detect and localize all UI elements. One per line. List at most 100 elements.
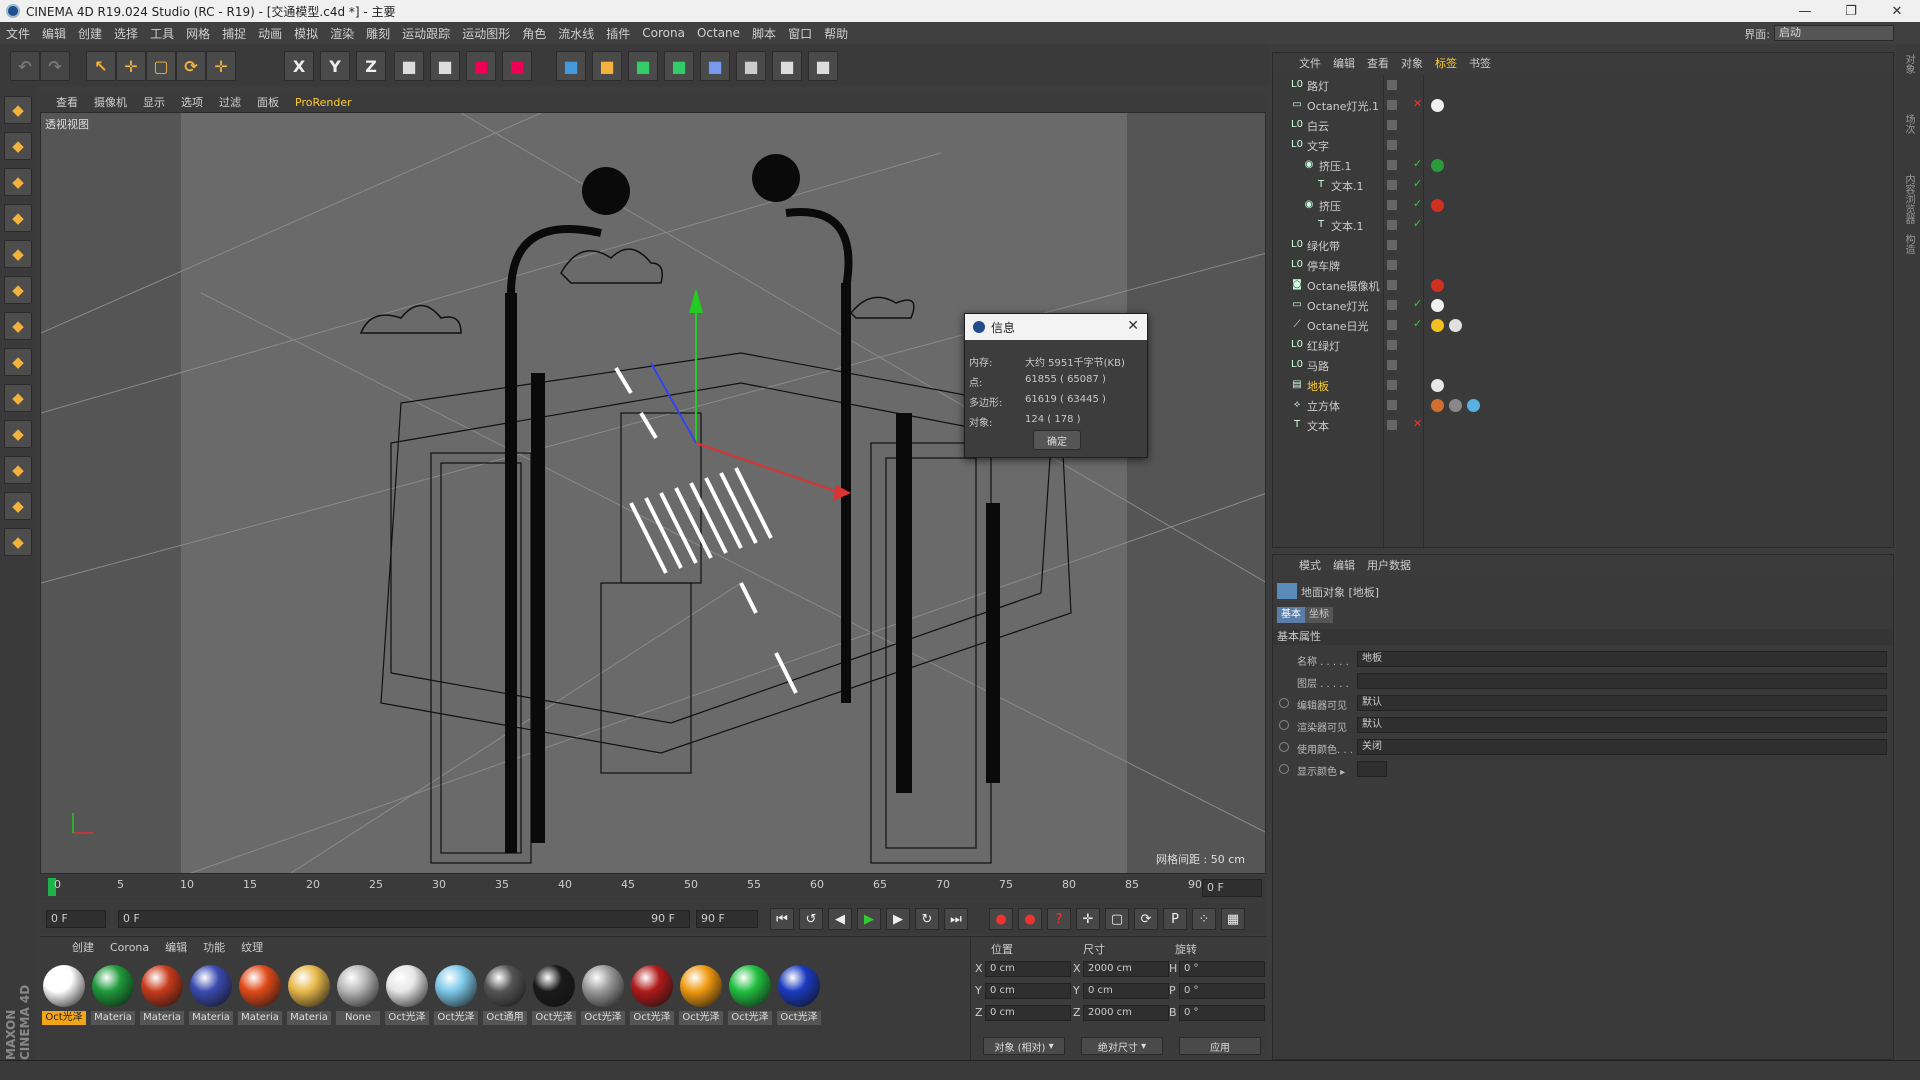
material-tag-icon[interactable] bbox=[1449, 319, 1462, 332]
prev-frame-icon[interactable]: ◀ bbox=[828, 908, 852, 930]
grid-snap-icon[interactable]: ◆ bbox=[4, 528, 32, 556]
last-tool-icon[interactable]: ✛ bbox=[206, 51, 236, 81]
material-tag-icon[interactable] bbox=[1431, 99, 1444, 112]
viewport-menu-3[interactable]: 选项 bbox=[173, 94, 211, 110]
visibility-toggle[interactable] bbox=[1387, 140, 1397, 150]
polygons-mode-icon[interactable]: ◆ bbox=[4, 312, 32, 340]
attribute-menu-1[interactable]: 编辑 bbox=[1327, 557, 1361, 573]
object-menu-0[interactable]: 文件 bbox=[1293, 55, 1327, 71]
play-icon[interactable]: ▶ bbox=[857, 908, 881, 930]
object-row[interactable]: ◉ 挤压 ✓ bbox=[1273, 195, 1895, 215]
axis-y-button[interactable]: Y bbox=[320, 51, 350, 81]
visibility-toggle[interactable] bbox=[1387, 200, 1397, 210]
perspective-viewport[interactable]: 透视视图 网格间距 : 50 cm bbox=[40, 112, 1266, 874]
render-picture-viewer-icon[interactable]: ■ bbox=[466, 51, 496, 81]
material-tag-icon[interactable] bbox=[1431, 299, 1444, 312]
material-swatch[interactable]: Materia bbox=[287, 965, 331, 1029]
visibility-toggle[interactable] bbox=[1387, 400, 1397, 410]
make-editable-icon[interactable]: ◆ bbox=[4, 96, 32, 124]
keyframe-selection-icon[interactable]: ? bbox=[1047, 908, 1071, 930]
edges-mode-icon[interactable]: ◆ bbox=[4, 276, 32, 304]
animate-radio[interactable] bbox=[1279, 720, 1289, 730]
coord-mode-select[interactable]: 对象 (相对) ▾ bbox=[983, 1037, 1065, 1055]
material-swatch[interactable]: Oct光泽 bbox=[434, 965, 478, 1029]
visibility-toggle[interactable] bbox=[1387, 300, 1397, 310]
menu-item-9[interactable]: 渲染 bbox=[324, 25, 360, 42]
material-menu-4[interactable]: 纹理 bbox=[233, 939, 271, 955]
frame-range-slider[interactable]: 0 F 90 F bbox=[118, 910, 690, 928]
floor-icon[interactable]: ■ bbox=[736, 51, 766, 81]
snap-icon[interactable]: ◆ bbox=[4, 456, 32, 484]
param-key-icon[interactable]: P bbox=[1163, 908, 1187, 930]
attribute-menu-0[interactable]: 模式 bbox=[1293, 557, 1327, 573]
object-row[interactable]: T 文本.1 ✓ bbox=[1273, 175, 1895, 195]
go-start-icon[interactable]: ⏮ bbox=[770, 908, 794, 930]
tab-basic[interactable]: 基本 bbox=[1277, 607, 1305, 623]
minimize-icon[interactable]: — bbox=[1782, 0, 1828, 22]
visibility-toggle[interactable] bbox=[1387, 80, 1397, 90]
material-menu-1[interactable]: Corona bbox=[102, 941, 157, 954]
material-swatch[interactable]: Oct光泽 bbox=[630, 965, 674, 1029]
pen-icon[interactable]: ■ bbox=[592, 51, 622, 81]
right-tab-1[interactable]: 场次 bbox=[1898, 114, 1916, 134]
cube-icon[interactable]: ■ bbox=[556, 51, 586, 81]
visibility-toggle[interactable] bbox=[1387, 100, 1397, 110]
menu-item-10[interactable]: 雕刻 bbox=[360, 25, 396, 42]
texture-mode-icon[interactable]: ◆ bbox=[4, 168, 32, 196]
position-field[interactable]: 0 cm bbox=[985, 1005, 1071, 1021]
menu-item-0[interactable]: 文件 bbox=[0, 25, 36, 42]
object-menu-3[interactable]: 对象 bbox=[1395, 55, 1429, 71]
menu-item-3[interactable]: 选择 bbox=[108, 25, 144, 42]
right-tab-2[interactable]: 内容浏览器 bbox=[1898, 174, 1916, 224]
object-row[interactable]: T 文本.1 ✓ bbox=[1273, 215, 1895, 235]
apply-button[interactable]: 应用 bbox=[1179, 1037, 1261, 1055]
object-row[interactable]: L0 白云 bbox=[1273, 115, 1895, 135]
prev-key-icon[interactable]: ↺ bbox=[799, 908, 823, 930]
visibility-toggle[interactable] bbox=[1387, 120, 1397, 130]
record-icon[interactable]: ● bbox=[989, 908, 1013, 930]
tab-coordinates[interactable]: 坐标 bbox=[1305, 607, 1333, 623]
object-menu-2[interactable]: 查看 bbox=[1361, 55, 1395, 71]
ok-button[interactable]: 确定 bbox=[1033, 430, 1081, 450]
attribute-value[interactable] bbox=[1357, 761, 1387, 777]
material-swatch[interactable]: Oct光泽 bbox=[581, 965, 625, 1029]
visibility-toggle[interactable] bbox=[1387, 280, 1397, 290]
render-settings-icon[interactable]: ■ bbox=[502, 51, 532, 81]
menu-item-6[interactable]: 捕捉 bbox=[216, 25, 252, 42]
material-swatch[interactable]: Oct光泽 bbox=[728, 965, 772, 1029]
menu-item-2[interactable]: 创建 bbox=[72, 25, 108, 42]
object-row[interactable]: ▭ Octane灯光 ✓ bbox=[1273, 295, 1895, 315]
material-swatch[interactable]: Oct通用 bbox=[483, 965, 527, 1029]
material-swatch[interactable]: None bbox=[336, 965, 380, 1029]
disabled-x-icon[interactable]: ✕ bbox=[1413, 97, 1422, 110]
material-swatch[interactable]: Materia bbox=[140, 965, 184, 1029]
close-icon[interactable]: ✕ bbox=[1874, 0, 1920, 22]
visibility-toggle[interactable] bbox=[1387, 320, 1397, 330]
attribute-value[interactable]: 默认 bbox=[1357, 717, 1887, 733]
visibility-toggle[interactable] bbox=[1387, 160, 1397, 170]
timeline-ruler[interactable]: 0 F 0 5 10 15 20 25 30 35 40 45 50 55 60 65 70 75 80 85 90 bbox=[40, 876, 1266, 900]
close-icon[interactable]: ✕ bbox=[1127, 318, 1139, 334]
object-row[interactable]: L0 停车牌 bbox=[1273, 255, 1895, 275]
object-row[interactable]: ⟡ 立方体 bbox=[1273, 395, 1895, 415]
redo-icon[interactable]: ↷ bbox=[40, 51, 70, 81]
visibility-toggle[interactable] bbox=[1387, 180, 1397, 190]
material-swatch[interactable]: Oct光泽 bbox=[385, 965, 429, 1029]
object-menu-5[interactable]: 书签 bbox=[1463, 55, 1497, 71]
menu-item-1[interactable]: 编辑 bbox=[36, 25, 72, 42]
restore-icon[interactable]: ❐ bbox=[1828, 0, 1874, 22]
timeline-icon[interactable]: ▦ bbox=[1221, 908, 1245, 930]
material-tag-icon[interactable] bbox=[1449, 399, 1462, 412]
move-key-icon[interactable]: ✛ bbox=[1076, 908, 1100, 930]
select-icon[interactable]: ↖ bbox=[86, 51, 116, 81]
enabled-check-icon[interactable]: ✓ bbox=[1413, 197, 1422, 210]
size-mode-select[interactable]: 绝对尺寸 ▾ bbox=[1081, 1037, 1163, 1055]
material-tag-icon[interactable] bbox=[1431, 319, 1444, 332]
material-tag-icon[interactable] bbox=[1431, 399, 1444, 412]
position-field[interactable]: 0 cm bbox=[985, 983, 1071, 999]
object-row[interactable]: L0 红绿灯 bbox=[1273, 335, 1895, 355]
start-frame-field[interactable]: 0 F bbox=[46, 910, 106, 928]
rotate-icon[interactable]: ⟳ bbox=[176, 51, 206, 81]
attribute-value[interactable]: 默认 bbox=[1357, 695, 1887, 711]
material-menu-3[interactable]: 功能 bbox=[195, 939, 233, 955]
